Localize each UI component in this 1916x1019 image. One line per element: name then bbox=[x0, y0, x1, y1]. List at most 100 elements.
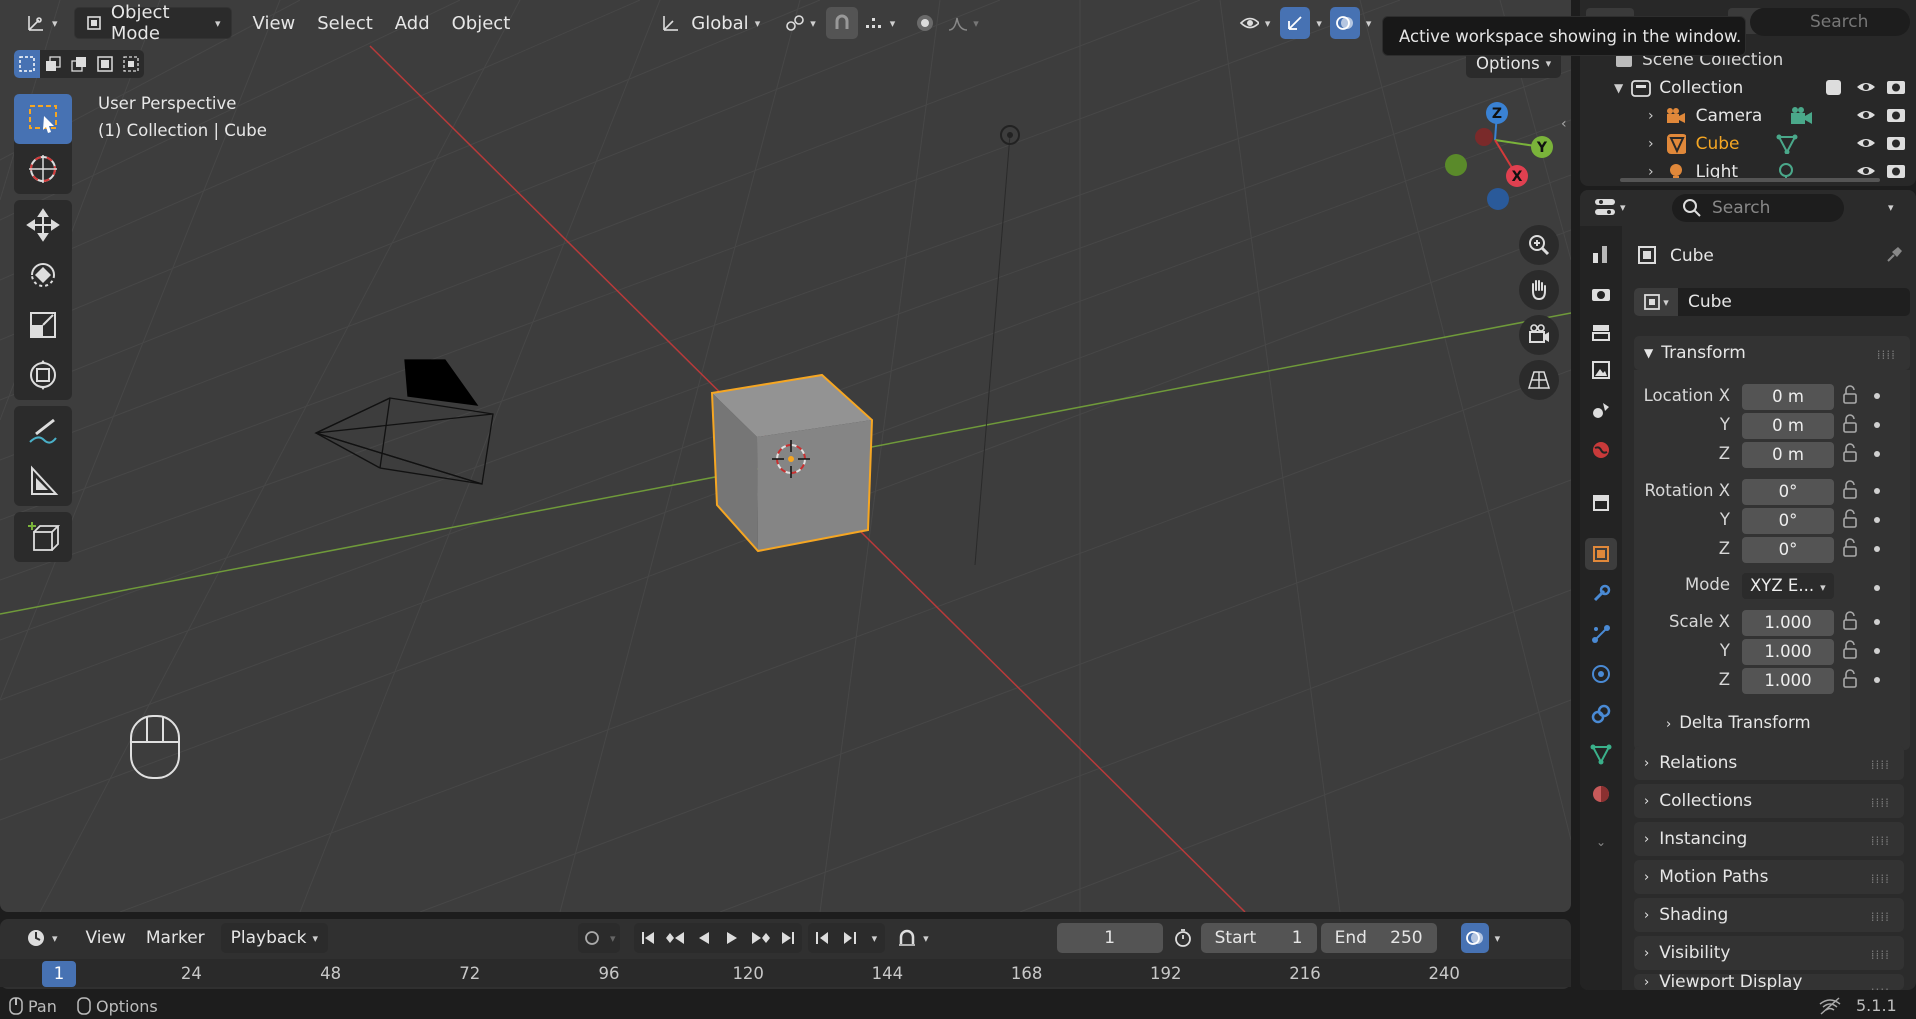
select-invert-button[interactable] bbox=[92, 50, 118, 78]
scale-z-field[interactable]: 1.000 bbox=[1742, 668, 1834, 694]
proportional-editing-toggle[interactable] bbox=[909, 7, 941, 39]
panel-viewport-display-header[interactable]: ›Viewport Display⁞⁞⁞⁞ bbox=[1634, 974, 1904, 990]
play-icon[interactable] bbox=[718, 928, 746, 948]
playhead-frame[interactable]: 1 bbox=[42, 961, 76, 987]
location-y-field[interactable]: 0 m bbox=[1742, 413, 1834, 439]
editor-type-button[interactable]: ▾ bbox=[16, 7, 68, 39]
cube-object[interactable] bbox=[710, 373, 874, 553]
tool-measure[interactable] bbox=[14, 456, 72, 506]
step-back-icon[interactable] bbox=[808, 928, 836, 948]
lock-icon[interactable] bbox=[1842, 538, 1858, 558]
tool-annotate[interactable] bbox=[14, 406, 72, 456]
collection-eye-icon[interactable] bbox=[1856, 78, 1876, 101]
keyframe-dot[interactable] bbox=[1874, 619, 1880, 625]
auto-keying-toggle[interactable]: ▾ bbox=[578, 923, 620, 953]
camera-data-icon[interactable] bbox=[1790, 106, 1814, 131]
lock-icon[interactable] bbox=[1842, 509, 1858, 529]
collection-render-icon[interactable] bbox=[1886, 78, 1906, 101]
menu-add[interactable]: Add bbox=[384, 7, 441, 39]
outliner-row-camera[interactable]: › Camera bbox=[1580, 102, 1916, 130]
cube-mesh-data-icon[interactable] bbox=[1776, 134, 1798, 159]
keyframe-dot[interactable] bbox=[1874, 451, 1880, 457]
play-reverse-icon[interactable] bbox=[690, 928, 718, 948]
timeline-overlay-toggle[interactable] bbox=[1460, 923, 1489, 953]
camera-expand-arrow[interactable]: › bbox=[1648, 108, 1654, 124]
panel-collections-header[interactable]: › Collections ⁞⁞⁞⁞ bbox=[1634, 784, 1904, 818]
keyframe-dot[interactable] bbox=[1874, 677, 1880, 683]
timeline-menu-marker[interactable]: Marker bbox=[136, 923, 215, 953]
end-frame-field[interactable]: End 250 bbox=[1320, 923, 1437, 953]
rotation-y-field[interactable]: 0° bbox=[1742, 508, 1834, 534]
lock-icon[interactable] bbox=[1842, 611, 1858, 631]
scale-x-field[interactable]: 1.000 bbox=[1742, 610, 1834, 636]
panel-visibility-header[interactable]: › Visibility ⁞⁞⁞⁞ bbox=[1634, 936, 1904, 970]
location-x-field[interactable]: 0 m bbox=[1742, 384, 1834, 410]
panel-transform-header[interactable]: ▼ Transform ⁞⁞⁞⁞ bbox=[1634, 336, 1910, 370]
perspective-toggle-button[interactable] bbox=[1519, 360, 1559, 400]
properties-options-dropdown[interactable]: ▾ bbox=[1888, 196, 1894, 215]
pin-icon[interactable] bbox=[1884, 244, 1904, 268]
step-forward-icon[interactable] bbox=[836, 928, 864, 948]
properties-editor-type-button[interactable]: ▾ bbox=[1594, 196, 1626, 218]
rotation-x-field[interactable]: 0° bbox=[1742, 479, 1834, 505]
timeline-menu-view[interactable]: View bbox=[76, 923, 136, 953]
outliner-row-collection[interactable]: ▼ Collection bbox=[1580, 74, 1916, 102]
gizmo-toggle[interactable] bbox=[1280, 7, 1311, 39]
lock-icon[interactable] bbox=[1842, 414, 1858, 434]
tab-tool[interactable] bbox=[1585, 238, 1617, 270]
object-name-field[interactable]: Cube bbox=[1678, 288, 1910, 316]
timeline-menu-playback[interactable]: Playback ▾ bbox=[220, 923, 329, 953]
keyframe-dot[interactable] bbox=[1874, 585, 1880, 591]
playback-range-toggle[interactable] bbox=[1169, 923, 1197, 953]
outliner-scrollbar[interactable] bbox=[1620, 178, 1880, 182]
tab-material[interactable] bbox=[1585, 778, 1617, 810]
camera-view-button[interactable] bbox=[1519, 315, 1559, 355]
jump-end-icon[interactable] bbox=[774, 928, 802, 948]
tab-constraints[interactable] bbox=[1585, 698, 1617, 730]
mode-dropdown[interactable]: Object Mode ▾ bbox=[73, 2, 232, 44]
tool-cursor[interactable] bbox=[14, 144, 72, 194]
lock-icon[interactable] bbox=[1842, 385, 1858, 405]
location-z-field[interactable]: 0 m bbox=[1742, 442, 1834, 468]
tool-add-cube[interactable] bbox=[14, 512, 72, 562]
select-extend-button[interactable] bbox=[40, 50, 66, 78]
sidebar-toggle-arrow[interactable]: ‹ bbox=[1561, 116, 1571, 138]
tool-rotate[interactable] bbox=[14, 250, 72, 300]
light-data-icon[interactable] bbox=[1776, 162, 1796, 186]
menu-select[interactable]: Select bbox=[306, 7, 384, 39]
select-new-button[interactable] bbox=[14, 50, 40, 78]
keyframe-dot[interactable] bbox=[1874, 488, 1880, 494]
keying-dropdown[interactable]: ▾ bbox=[891, 923, 935, 953]
gizmo-dropdown[interactable]: ▾ bbox=[1310, 7, 1328, 39]
menu-object[interactable]: Object bbox=[441, 7, 522, 39]
keyframe-dot[interactable] bbox=[1874, 648, 1880, 654]
navigation-gizmo[interactable]: Z Y X bbox=[1445, 102, 1553, 210]
tool-move[interactable] bbox=[14, 200, 72, 250]
outliner-row-cube[interactable]: › Cube bbox=[1580, 130, 1916, 158]
select-intersect-button[interactable] bbox=[118, 50, 144, 78]
delta-transform-subpanel[interactable]: › Delta Transform bbox=[1666, 713, 1811, 732]
proportional-falloff-dropdown[interactable]: ▾ bbox=[941, 7, 985, 39]
tabs-scroll-arrow[interactable]: ⌄ bbox=[1585, 826, 1617, 858]
tool-select-box[interactable] bbox=[14, 94, 72, 144]
overlays-toggle[interactable] bbox=[1329, 7, 1360, 39]
visibility-dropdown[interactable]: ▾ bbox=[1233, 7, 1277, 39]
camera-object[interactable] bbox=[314, 359, 494, 485]
tab-render[interactable] bbox=[1585, 278, 1617, 310]
tab-output[interactable] bbox=[1585, 316, 1617, 348]
snap-toggle[interactable] bbox=[825, 7, 858, 39]
prev-keyframe-icon[interactable] bbox=[662, 928, 690, 948]
select-subtract-button[interactable] bbox=[66, 50, 92, 78]
timeline-overlay-dropdown[interactable]: ▾ bbox=[1489, 923, 1507, 953]
keyframe-dot[interactable] bbox=[1874, 393, 1880, 399]
current-frame-field[interactable]: 1 bbox=[1056, 923, 1163, 953]
cube-expand-arrow[interactable]: › bbox=[1648, 136, 1654, 152]
timeline-editor-type-button[interactable]: ▾ bbox=[16, 923, 68, 953]
keyframe-dot[interactable] bbox=[1874, 517, 1880, 523]
keyframe-dot[interactable] bbox=[1874, 422, 1880, 428]
timeline-ruler[interactable] bbox=[0, 959, 1571, 987]
properties-search-input[interactable]: Search bbox=[1672, 194, 1844, 222]
collection-expand-arrow[interactable]: ▼ bbox=[1614, 81, 1623, 95]
pivot-point-dropdown[interactable]: ▾ bbox=[774, 7, 826, 39]
object-browse-button[interactable]: ▾ bbox=[1634, 288, 1678, 316]
